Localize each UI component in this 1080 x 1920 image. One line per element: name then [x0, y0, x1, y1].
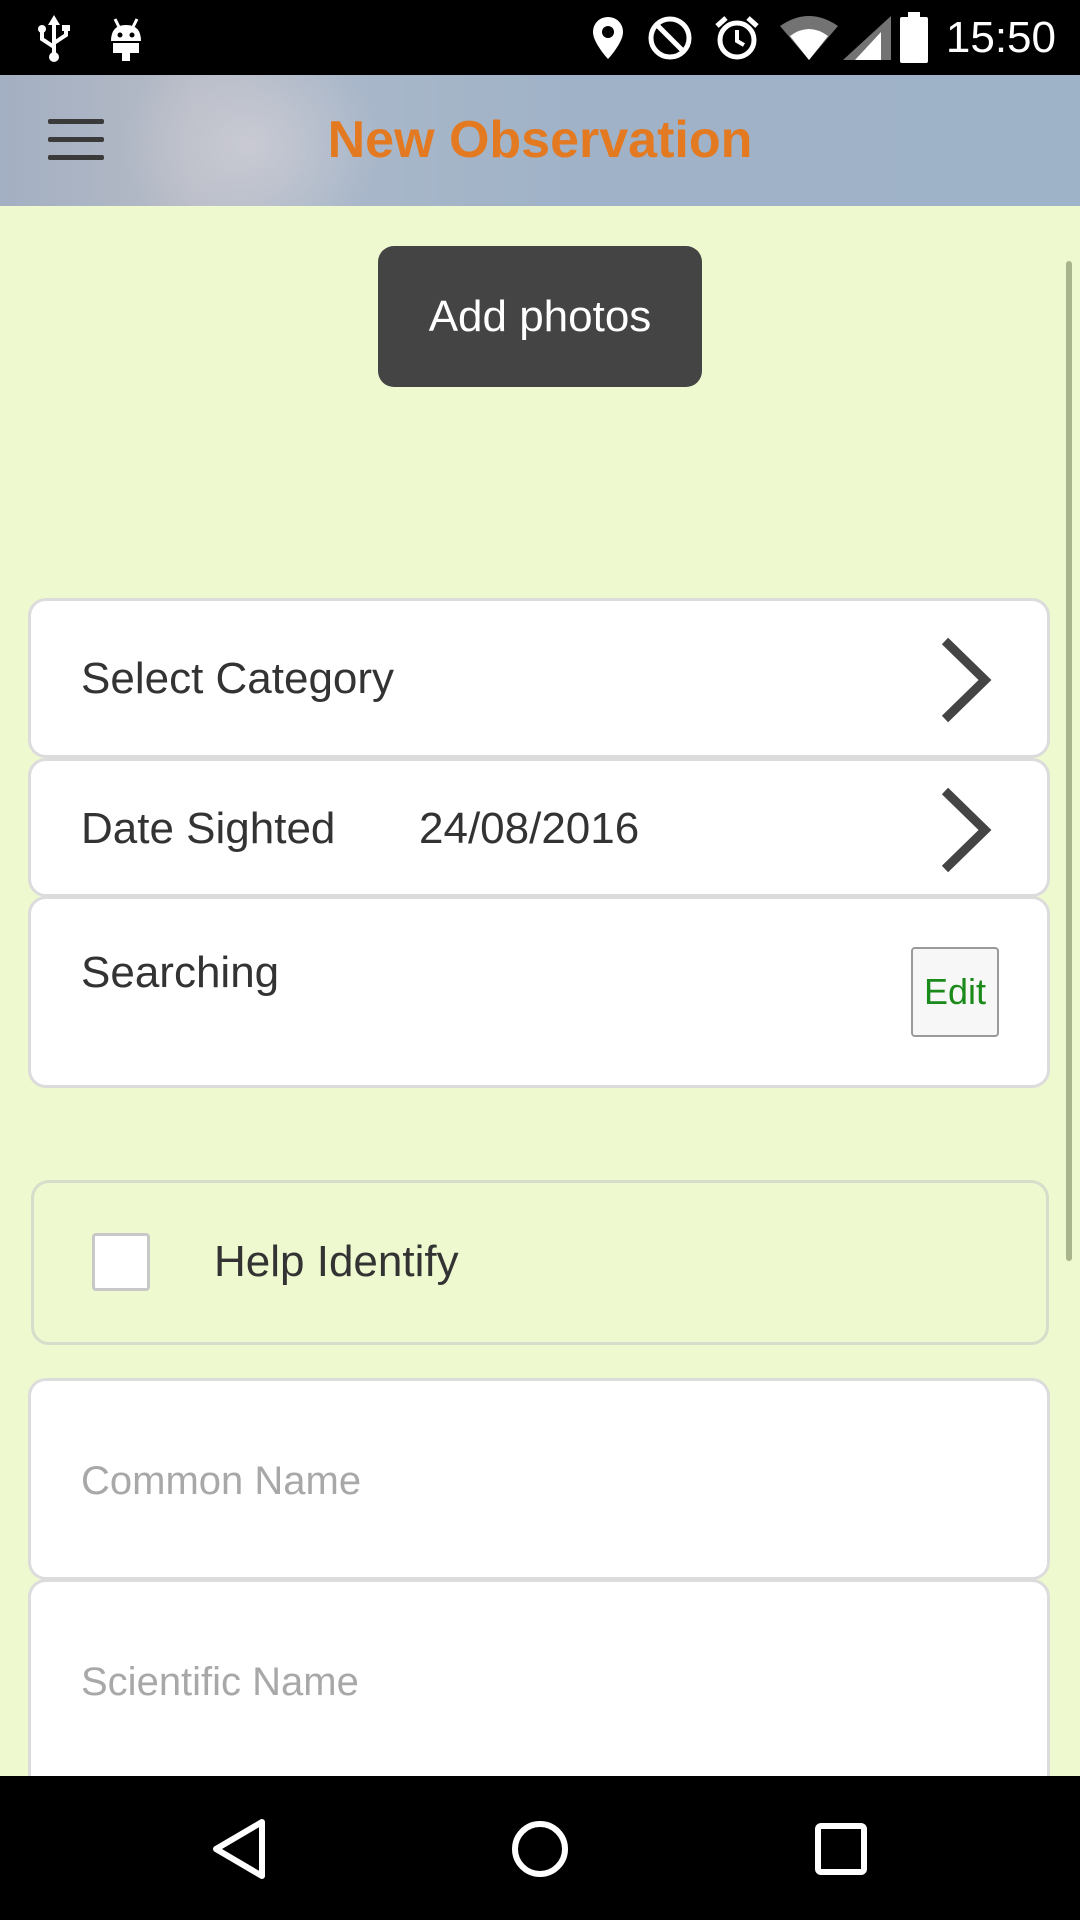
location-icon — [588, 12, 628, 64]
app-header: New Observation — [0, 75, 1080, 206]
date-sighted-label: Date Sighted — [81, 804, 336, 853]
navigation-bar — [0, 1776, 1080, 1920]
scientific-name-field[interactable] — [28, 1579, 1050, 1776]
scrollbar[interactable] — [1066, 261, 1072, 1261]
recents-icon[interactable] — [806, 1814, 876, 1884]
battery-icon — [896, 12, 932, 64]
do-not-disturb-icon — [646, 12, 694, 64]
date-sighted-row[interactable]: Date Sighted 24/08/2016 — [28, 758, 1050, 897]
wifi-icon — [778, 12, 840, 64]
common-name-field[interactable] — [28, 1378, 1050, 1580]
observation-form: Add photos Select Category Date Sighted … — [0, 206, 1080, 1776]
back-icon[interactable] — [206, 1814, 276, 1884]
usb-icon — [34, 12, 74, 64]
chevron-right-icon — [941, 637, 992, 723]
cell-signal-icon — [840, 12, 894, 64]
select-category-label: Select Category — [81, 654, 395, 703]
location-status: Searching — [81, 948, 280, 997]
help-identify-checkbox[interactable] — [92, 1233, 150, 1291]
help-identify-row[interactable]: Help Identify — [31, 1180, 1049, 1345]
edit-location-button[interactable]: Edit — [911, 947, 999, 1037]
chevron-right-icon — [941, 787, 992, 873]
help-identify-label: Help Identify — [214, 1237, 459, 1286]
location-row: Searching Edit — [28, 896, 1050, 1088]
home-icon[interactable] — [505, 1814, 575, 1884]
page-title: New Observation — [327, 111, 753, 169]
common-name-input[interactable] — [81, 1451, 981, 1511]
android-debug-icon — [106, 12, 146, 64]
status-bar: 15:50 — [0, 0, 1080, 75]
add-photos-button[interactable]: Add photos — [378, 246, 702, 387]
scientific-name-input[interactable] — [81, 1652, 981, 1712]
alarm-icon — [712, 12, 762, 64]
select-category-row[interactable]: Select Category — [28, 598, 1050, 758]
status-clock: 15:50 — [945, 13, 1056, 62]
date-sighted-value: 24/08/2016 — [419, 804, 640, 853]
